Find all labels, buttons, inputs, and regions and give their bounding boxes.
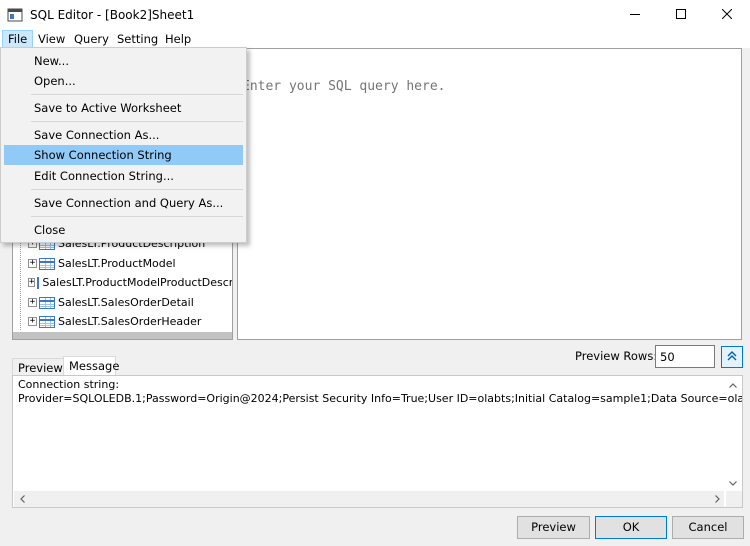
menu-item-save-connection-and-query-as[interactable]: Save Connection and Query As... <box>4 193 243 213</box>
menu-item-open[interactable]: Open... <box>4 71 243 91</box>
menu-item-edit-connection-string[interactable]: Edit Connection String... <box>4 166 243 186</box>
preview-rows-input[interactable] <box>655 345 715 368</box>
expand-icon[interactable]: + <box>28 278 36 287</box>
cancel-button[interactable]: Cancel <box>672 516 744 539</box>
preview-button[interactable]: Preview <box>517 516 590 539</box>
scroll-up-button[interactable] <box>724 376 741 393</box>
tree-item[interactable]: + SalesLT.ProductModelProductDescri <box>28 273 232 292</box>
menu-item-save-to-active-worksheet[interactable]: Save to Active Worksheet <box>4 98 243 118</box>
file-menu-dropdown: New... Open... Save to Active Worksheet … <box>0 47 247 243</box>
expand-icon[interactable]: + <box>28 298 37 307</box>
tree-item[interactable]: + SalesLT.SalesOrderHeader <box>28 312 201 331</box>
menu-item-save-connection-as[interactable]: Save Connection As... <box>4 125 243 145</box>
maximize-icon <box>676 8 686 22</box>
scroll-left-button[interactable] <box>14 491 31 507</box>
scrollbar-corner <box>726 491 742 507</box>
menu-separator <box>31 189 243 190</box>
table-icon <box>39 257 55 270</box>
message-line: Provider=SQLOLEDB.1;Password=Origin@2024… <box>18 392 743 405</box>
menu-separator <box>31 121 243 122</box>
chevron-right-icon <box>715 492 720 506</box>
ok-button[interactable]: OK <box>595 516 667 539</box>
title-bar: SQL Editor - [Book2]Sheet1 <box>0 0 750 30</box>
expand-icon[interactable]: + <box>28 317 37 326</box>
message-output: Connection string: Provider=SQLOLEDB.1;P… <box>12 375 743 508</box>
minimize-button[interactable] <box>612 0 658 30</box>
chevron-up-icon <box>728 378 737 391</box>
menu-view[interactable]: View <box>33 30 70 48</box>
message-horizontal-scrollbar[interactable] <box>14 491 724 507</box>
tree-item[interactable]: + SalesLT.ProductModel <box>28 254 176 273</box>
menu-item-show-connection-string[interactable]: Show Connection String <box>4 145 243 165</box>
chevron-down-icon <box>728 476 737 489</box>
close-button[interactable] <box>704 0 750 30</box>
collapse-panel-button[interactable] <box>721 346 743 368</box>
menu-separator <box>31 216 243 217</box>
menu-bar: File View Query Setting Help <box>0 30 750 48</box>
menu-item-close[interactable]: Close <box>4 220 243 240</box>
preview-rows-label: Preview Rows: <box>575 349 658 363</box>
double-chevron-up-icon <box>727 350 737 364</box>
app-icon <box>7 7 23 23</box>
menu-setting[interactable]: Setting <box>112 30 163 48</box>
table-icon <box>39 296 55 309</box>
message-line: Connection string: <box>18 378 120 391</box>
tree-item-label: SalesLT.SalesOrderDetail <box>58 296 194 309</box>
table-icon <box>37 276 40 289</box>
menu-file[interactable]: File <box>2 30 34 48</box>
menu-help[interactable]: Help <box>160 30 196 48</box>
scroll-down-button[interactable] <box>724 474 741 491</box>
tree-item-label: SalesLT.ProductModelProductDescri <box>42 276 232 289</box>
tree-horizontal-scrollbar[interactable] <box>13 332 232 339</box>
sql-query-editor[interactable] <box>237 48 742 340</box>
scroll-right-button[interactable] <box>709 491 726 507</box>
close-icon <box>721 8 733 22</box>
tree-guide-line <box>20 238 22 330</box>
tree-item-label: SalesLT.SalesOrderHeader <box>58 315 202 328</box>
chevron-left-icon <box>20 492 25 506</box>
menu-item-new[interactable]: New... <box>4 51 243 71</box>
window-title: SQL Editor - [Book2]Sheet1 <box>30 8 195 22</box>
tree-item-label: SalesLT.ProductModel <box>58 257 176 270</box>
menu-query[interactable]: Query <box>69 30 114 48</box>
tab-message[interactable]: Message <box>63 356 119 376</box>
minimize-icon <box>630 9 640 22</box>
tree-item[interactable]: + SalesLT.SalesOrderDetail <box>28 293 194 312</box>
table-icon <box>39 315 55 328</box>
menu-separator <box>31 94 243 95</box>
tab-preview[interactable]: Preview <box>12 358 64 376</box>
expand-icon[interactable]: + <box>28 259 37 268</box>
maximize-button[interactable] <box>658 0 704 30</box>
